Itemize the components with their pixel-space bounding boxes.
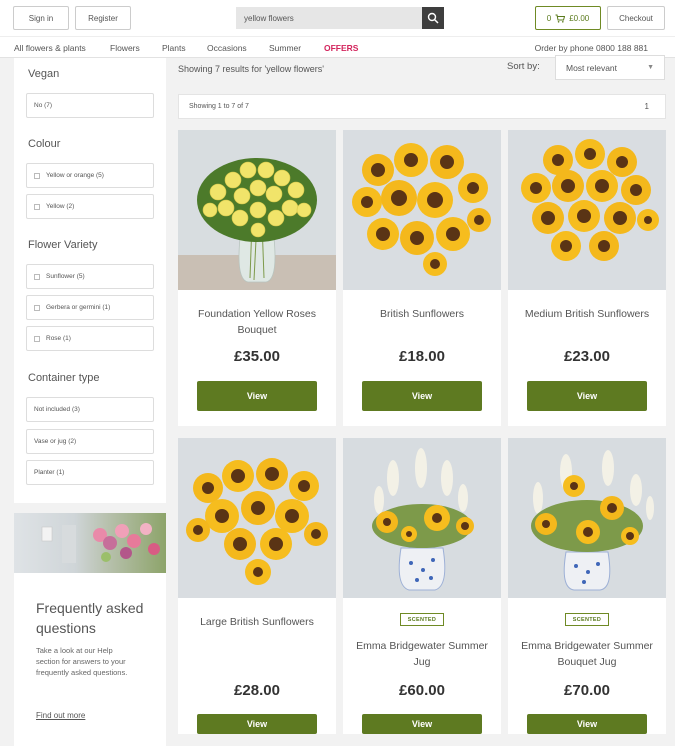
sign-in-button[interactable]: Sign in	[13, 6, 69, 30]
nav-summer[interactable]: Summer	[269, 43, 301, 53]
basket-count: 0	[546, 13, 552, 23]
product-name[interactable]: Medium British Sunflowers	[518, 306, 656, 322]
product-image[interactable]	[508, 438, 666, 598]
filter-option-label: Rose (1)	[46, 335, 71, 342]
pagination-bar: Showing 1 to 7 of 7 1	[178, 94, 666, 119]
faq-title: Frequently asked questions	[36, 600, 144, 636]
view-button[interactable]: View	[197, 714, 317, 734]
product-price: £35.00	[234, 348, 280, 365]
filter-option-label: Yellow or orange (5)	[46, 172, 104, 179]
register-button[interactable]: Register	[75, 6, 131, 30]
search-bar	[236, 7, 444, 29]
scented-badge: SCENTED	[400, 613, 444, 626]
filter-sidebar: Vegan No (7) Colour Yellow or orange (5)…	[14, 58, 166, 503]
filter-option-label: Yellow (2)	[46, 203, 75, 210]
checkbox[interactable]	[34, 304, 40, 311]
search-input[interactable]	[236, 7, 422, 29]
product-card[interactable]: British Sunflowers £18.00 View	[343, 130, 501, 426]
product-image[interactable]	[178, 130, 336, 290]
product-image[interactable]	[178, 438, 336, 598]
results-summary: Showing 7 results for 'yellow flowers'	[178, 64, 324, 74]
search-button[interactable]	[422, 7, 444, 29]
filter-option-label: Not included (3)	[34, 406, 80, 413]
page-number[interactable]: 1	[645, 102, 649, 111]
filter-option[interactable]: Yellow (2)	[26, 194, 154, 219]
product-price: £23.00	[564, 348, 610, 365]
product-image[interactable]	[343, 438, 501, 598]
product-image[interactable]	[343, 130, 501, 290]
basket-button[interactable]: 0 £0.00	[535, 6, 601, 30]
paging-summary: Showing 1 to 7 of 7	[189, 103, 249, 110]
product-name[interactable]: Emma Bridgewater Summer Jug	[353, 638, 491, 670]
product-price: £70.00	[564, 682, 610, 699]
faq-find-out-more-link[interactable]: Find out more	[36, 711, 85, 720]
filter-option[interactable]: Vase or jug (2)	[26, 429, 154, 454]
filter-option[interactable]: Not included (3)	[26, 397, 154, 422]
faq-text: Take a look at our Help section for answ…	[36, 646, 128, 677]
filter-heading-variety: Flower Variety	[28, 239, 98, 251]
checkout-button[interactable]: Checkout	[607, 6, 665, 30]
checkbox[interactable]	[34, 172, 40, 179]
scented-badge: SCENTED	[565, 613, 609, 626]
product-name[interactable]: British Sunflowers	[353, 306, 491, 322]
nav-all-flowers[interactable]: All flowers & plants	[14, 43, 86, 53]
basket-icon	[555, 14, 566, 23]
filter-heading-vegan: Vegan	[28, 68, 60, 80]
checkbox[interactable]	[34, 203, 40, 210]
view-button[interactable]: View	[362, 714, 482, 734]
nav-plants[interactable]: Plants	[162, 43, 186, 53]
nav-flowers[interactable]: Flowers	[110, 43, 140, 53]
checkbox[interactable]	[34, 273, 40, 280]
product-name[interactable]: Foundation Yellow Roses Bouquet	[188, 306, 326, 338]
filter-option[interactable]: Gerbera or germini (1)	[26, 295, 154, 320]
order-by-phone: Order by phone 0800 188 881	[534, 43, 648, 53]
chevron-down-icon: ▼	[647, 64, 654, 71]
filter-option[interactable]: Sunflower (5)	[26, 264, 154, 289]
filter-option[interactable]: Yellow or orange (5)	[26, 163, 154, 188]
product-name[interactable]: Emma Bridgewater Summer Bouquet Jug	[518, 638, 656, 670]
faq-image	[14, 513, 166, 573]
sort-dropdown[interactable]: Most relevant ▼	[555, 55, 665, 80]
view-button[interactable]: View	[197, 381, 317, 411]
filter-option-label: Gerbera or germini (1)	[46, 304, 111, 311]
view-button[interactable]: View	[362, 381, 482, 411]
basket-total: £0.00	[569, 13, 590, 23]
nav-occasions[interactable]: Occasions	[207, 43, 247, 53]
faq-panel: Frequently asked questions Take a look a…	[14, 513, 166, 746]
filter-option-label: No (7)	[34, 102, 53, 109]
product-card[interactable]: Medium British Sunflowers £23.00 View	[508, 130, 666, 426]
product-price: £28.00	[234, 682, 280, 699]
checkbox[interactable]	[34, 335, 40, 342]
product-price: £18.00	[399, 348, 445, 365]
filter-option[interactable]: Rose (1)	[26, 326, 154, 351]
filter-option-label: Vase or jug (2)	[34, 438, 77, 445]
product-card[interactable]: Large British Sunflowers £28.00 View	[178, 438, 336, 734]
product-card[interactable]: SCENTED Emma Bridgewater Summer Jug £60.…	[343, 438, 501, 734]
filter-option[interactable]: No (7)	[26, 93, 154, 118]
view-button[interactable]: View	[527, 714, 647, 734]
filter-heading-colour: Colour	[28, 138, 61, 150]
filter-heading-container: Container type	[28, 372, 100, 384]
product-card[interactable]: SCENTED Emma Bridgewater Summer Bouquet …	[508, 438, 666, 734]
product-price: £60.00	[399, 682, 445, 699]
top-bar: Sign in Register 0 £0.00 Checkout	[0, 0, 675, 36]
product-image[interactable]	[508, 130, 666, 290]
search-icon	[427, 12, 439, 24]
nav-offers[interactable]: OFFERS	[324, 43, 358, 53]
product-card[interactable]: Foundation Yellow Roses Bouquet £35.00 V…	[178, 130, 336, 426]
filter-option[interactable]: Planter (1)	[26, 460, 154, 485]
sort-label: Sort by:	[507, 61, 540, 72]
sort-value: Most relevant	[566, 62, 618, 73]
product-name[interactable]: Large British Sunflowers	[188, 614, 326, 630]
filter-option-label: Sunflower (5)	[46, 273, 85, 280]
view-button[interactable]: View	[527, 381, 647, 411]
filter-option-label: Planter (1)	[34, 469, 65, 476]
